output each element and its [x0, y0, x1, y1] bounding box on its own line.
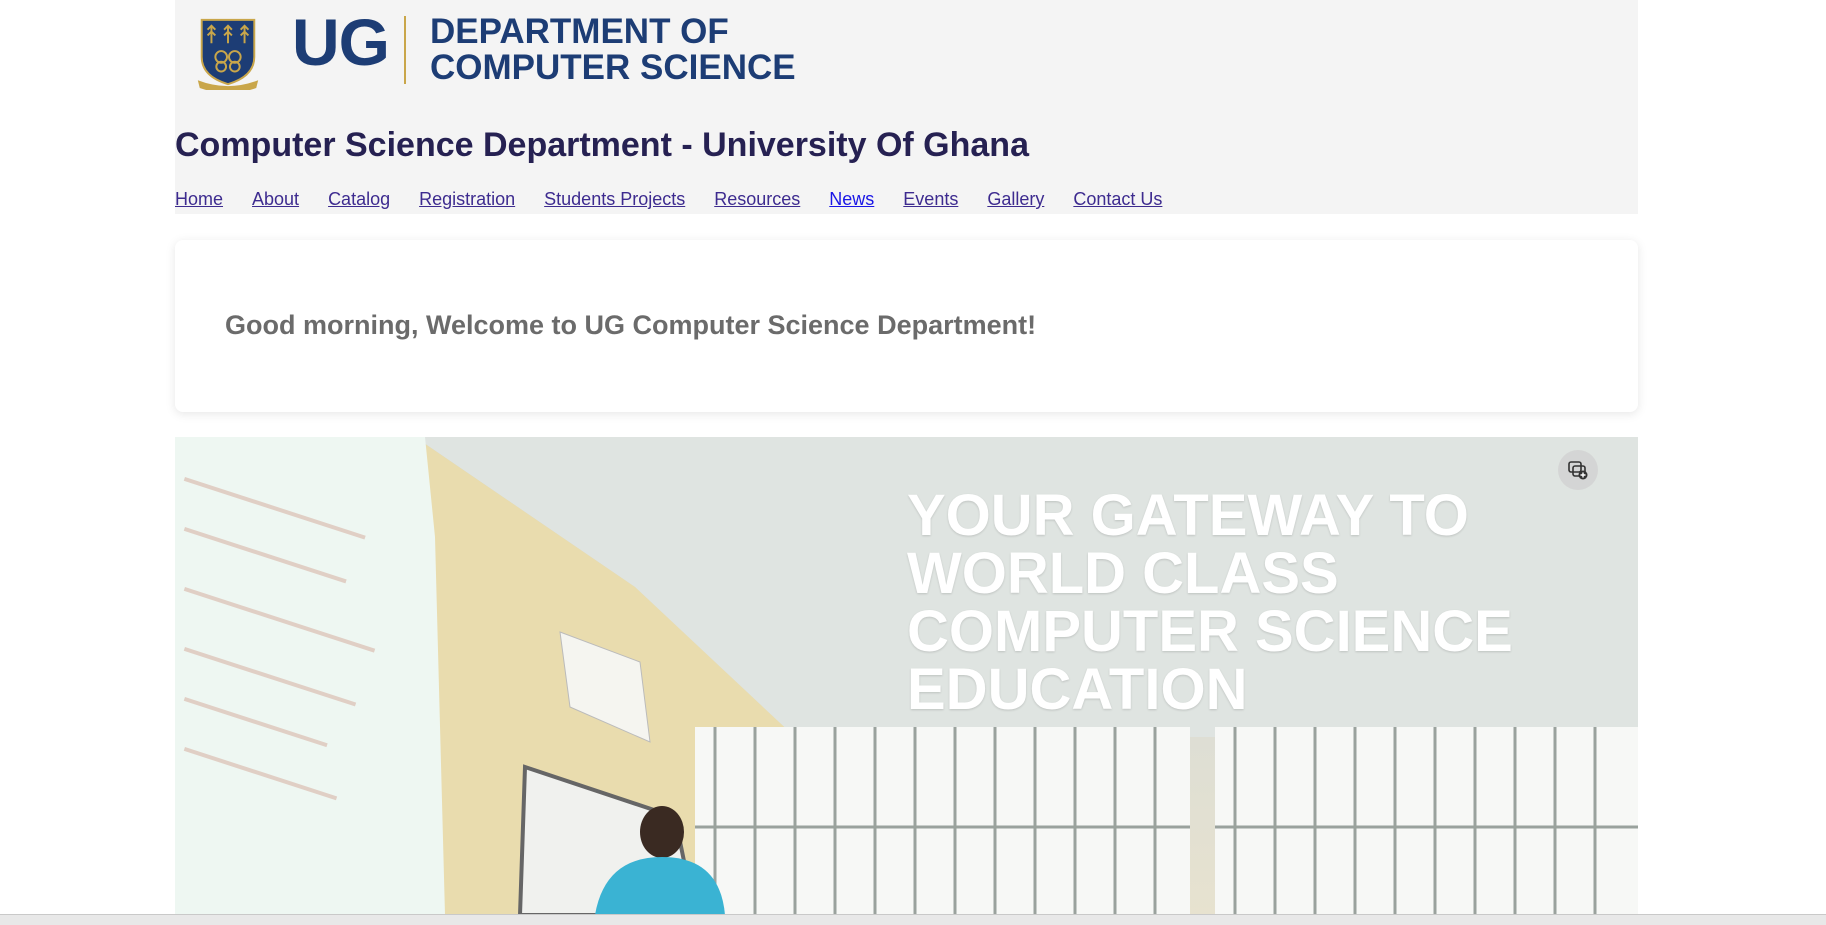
- site-title: Computer Science Department - University…: [175, 126, 1029, 164]
- greeting-message: Good morning, Welcome to UG Computer Sci…: [225, 310, 1037, 340]
- logo-divider: [404, 16, 406, 84]
- nav-link-events[interactable]: Events: [903, 189, 958, 210]
- department-name: DEPARTMENT OF COMPUTER SCIENCE: [430, 14, 796, 86]
- hero-banner: YOUR GATEWAY TO WORLD CLASS COMPUTER SCI…: [175, 437, 1638, 915]
- nav-link-contact-us[interactable]: Contact Us: [1073, 189, 1162, 210]
- nav-link-news[interactable]: News: [829, 189, 874, 210]
- site-header: UG DEPARTMENT OF COMPUTER SCIENCE Comput…: [175, 0, 1638, 214]
- window-bottom-edge: [0, 914, 1826, 925]
- main-nav: Home About Catalog Registration Students…: [175, 189, 1191, 210]
- nav-link-home[interactable]: Home: [175, 189, 223, 210]
- greeting-card: Good morning, Welcome to UG Computer Sci…: [175, 240, 1638, 412]
- nav-link-catalog[interactable]: Catalog: [328, 189, 390, 210]
- nav-link-resources[interactable]: Resources: [714, 189, 800, 210]
- ug-crest-icon: [197, 18, 259, 90]
- ug-logo-text: UG: [292, 5, 390, 79]
- nav-link-about[interactable]: About: [252, 189, 299, 210]
- picture-in-picture-icon: [1568, 461, 1588, 480]
- department-name-line1: DEPARTMENT OF: [430, 12, 729, 51]
- picture-in-picture-button[interactable]: [1558, 450, 1598, 490]
- nav-link-students-projects[interactable]: Students Projects: [544, 189, 685, 210]
- department-name-line2: COMPUTER SCIENCE: [430, 48, 796, 87]
- hero-headline: YOUR GATEWAY TO WORLD CLASS COMPUTER SCI…: [907, 483, 1513, 722]
- nav-link-registration[interactable]: Registration: [419, 189, 515, 210]
- nav-link-gallery[interactable]: Gallery: [987, 189, 1044, 210]
- page: UG DEPARTMENT OF COMPUTER SCIENCE Comput…: [175, 0, 1638, 915]
